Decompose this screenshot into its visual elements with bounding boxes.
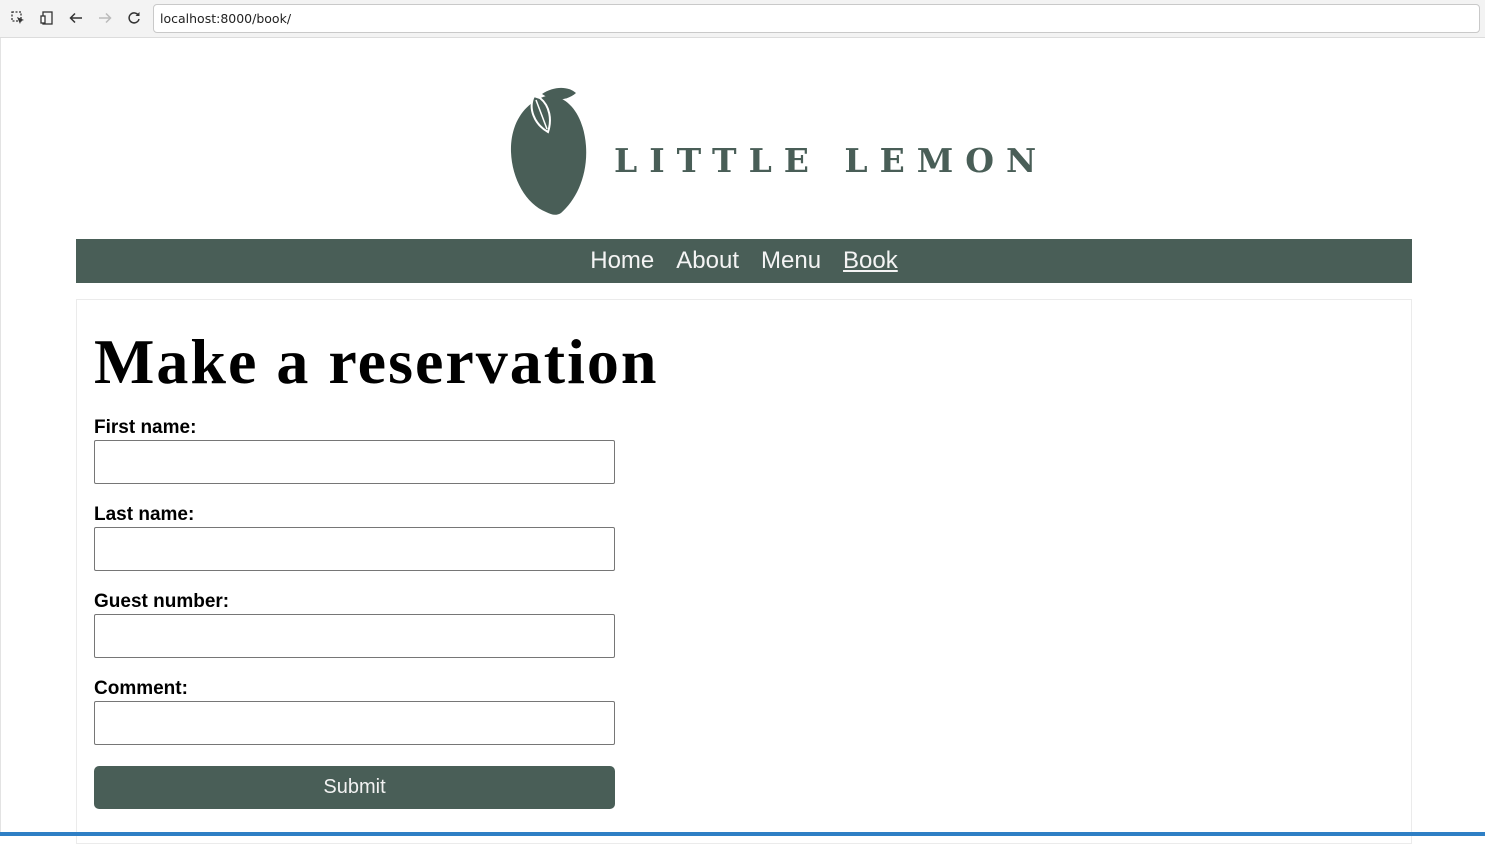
forward-arrow-icon[interactable] [96,9,114,27]
bottom-accent-strip [0,832,1485,836]
nav-item-home[interactable]: Home [590,247,654,275]
inspect-icon[interactable] [9,9,27,27]
main-nav: Home About Menu Book [76,239,1412,283]
nav-item-about[interactable]: About [676,247,739,275]
nav-item-menu[interactable]: Menu [761,247,821,275]
browser-toolbar [0,0,1485,38]
guest-number-label: Guest number: [94,591,230,612]
reload-icon[interactable] [125,9,143,27]
lemon-logo-icon [510,87,587,215]
nav-item-book[interactable]: Book [843,247,898,275]
guest-number-input[interactable] [94,614,615,658]
back-arrow-icon[interactable] [67,9,85,27]
last-name-input[interactable] [94,527,615,571]
page-viewport: LITTLE LEMON Home About Menu Book Make a… [0,38,1485,844]
comment-label: Comment: [94,678,188,699]
device-toggle-icon[interactable] [38,9,56,27]
site-logo[interactable]: LITTLE LEMON [506,84,1036,219]
reservation-card: Make a reservation First name: Last name… [76,299,1412,844]
first-name-input[interactable] [94,440,615,484]
logo-wordmark: LITTLE LEMON [614,141,1049,180]
comment-input[interactable] [94,701,615,745]
page-title: Make a reservation [94,326,659,397]
first-name-label: First name: [94,417,197,438]
address-bar-input[interactable] [153,4,1480,33]
last-name-label: Last name: [94,504,195,525]
submit-button[interactable]: Submit [94,766,615,809]
